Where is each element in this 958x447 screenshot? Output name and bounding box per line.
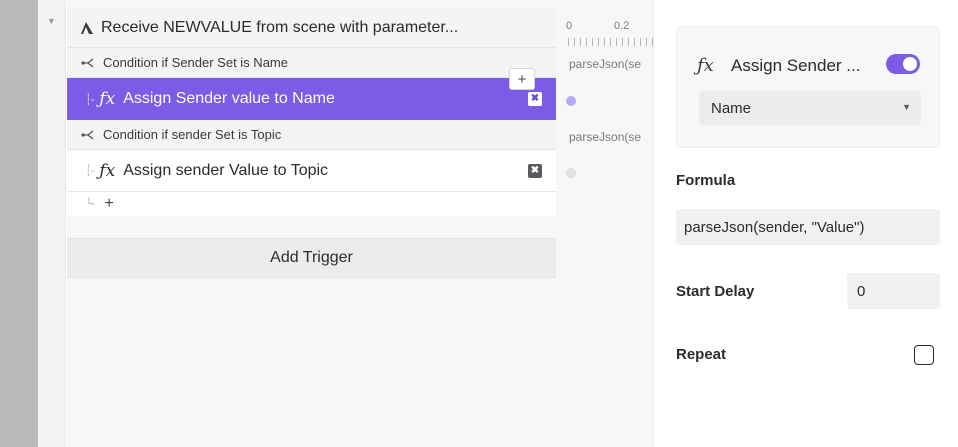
fx-icon: ƒx xyxy=(99,89,116,109)
target-select[interactable]: Name ▼ xyxy=(699,91,921,125)
target-select-value: Name xyxy=(711,99,752,117)
repeat-label: Repeat xyxy=(676,346,727,363)
timeline-row-text: parseJson(se xyxy=(569,130,642,144)
timeline-keyframe[interactable] xyxy=(566,168,576,178)
delete-icon[interactable]: ✖ xyxy=(528,164,542,178)
trigger-icon xyxy=(81,21,93,34)
action-row-selected[interactable]: ┆- ƒx Assign Sender value to Name ✖ xyxy=(67,78,556,120)
action-card: ƒx Assign Sender ... Name ▼ xyxy=(676,26,940,148)
timeline-tick: 0 xyxy=(566,20,573,32)
formula-input[interactable]: parseJson(sender, "Value") xyxy=(676,209,940,245)
fx-icon: ƒx xyxy=(99,160,116,181)
trigger-label: Receive NEWVALUE from scene with paramet… xyxy=(101,18,459,36)
tree-connector: ┆- xyxy=(85,93,94,106)
trigger-row[interactable]: Receive NEWVALUE from scene with paramet… xyxy=(67,8,556,48)
branch-icon xyxy=(81,57,94,68)
collapse-arrow-icon[interactable]: ▼ xyxy=(47,16,56,26)
condition-row[interactable]: Condition if Sender Set is Name xyxy=(67,48,556,78)
enabled-toggle[interactable] xyxy=(886,54,920,74)
action-label: Assign sender Value to Topic xyxy=(123,161,329,179)
action-row[interactable]: ┆- ƒx Assign sender Value to Topic ✖ xyxy=(67,150,556,192)
start-delay-label: Start Delay xyxy=(676,283,755,300)
condition-row[interactable]: Condition if sender Set is Topic xyxy=(67,120,556,150)
properties-panel: ƒx Assign Sender ... Name ▼ Formula pars… xyxy=(654,0,958,447)
tree-strip xyxy=(38,0,66,447)
toggle-knob xyxy=(903,57,917,71)
repeat-checkbox[interactable] xyxy=(914,345,934,365)
condition-label: Condition if sender Set is Topic xyxy=(103,127,282,142)
add-trigger-button[interactable]: Add Trigger xyxy=(67,238,556,278)
branch-icon xyxy=(81,129,94,140)
action-title: Assign Sender ... xyxy=(731,56,861,75)
delete-icon[interactable]: ✖ xyxy=(528,92,542,106)
timeline-keyframe[interactable] xyxy=(566,96,576,106)
tree-connector: └- xyxy=(85,198,96,210)
formula-label: Formula xyxy=(676,172,736,189)
action-label: Assign Sender value to Name xyxy=(123,90,335,107)
timeline-panel: 0 0.2 parseJson(se parseJson(se xyxy=(556,0,654,447)
condition-label: Condition if Sender Set is Name xyxy=(103,55,288,70)
caret-down-icon: ▼ xyxy=(902,102,911,112)
timeline-ruler[interactable] xyxy=(568,38,653,46)
start-delay-input[interactable]: 0 xyxy=(847,273,940,309)
add-action-row[interactable]: └- + xyxy=(67,192,556,216)
timeline-tick: 0.2 xyxy=(614,20,630,32)
timeline-row-text: parseJson(se xyxy=(569,57,642,71)
left-gutter xyxy=(0,0,38,447)
add-action-button[interactable]: + xyxy=(509,68,535,90)
fx-icon: ƒx xyxy=(697,55,714,76)
tree-connector: ┆- xyxy=(85,165,94,177)
plus-icon[interactable]: + xyxy=(104,195,113,213)
